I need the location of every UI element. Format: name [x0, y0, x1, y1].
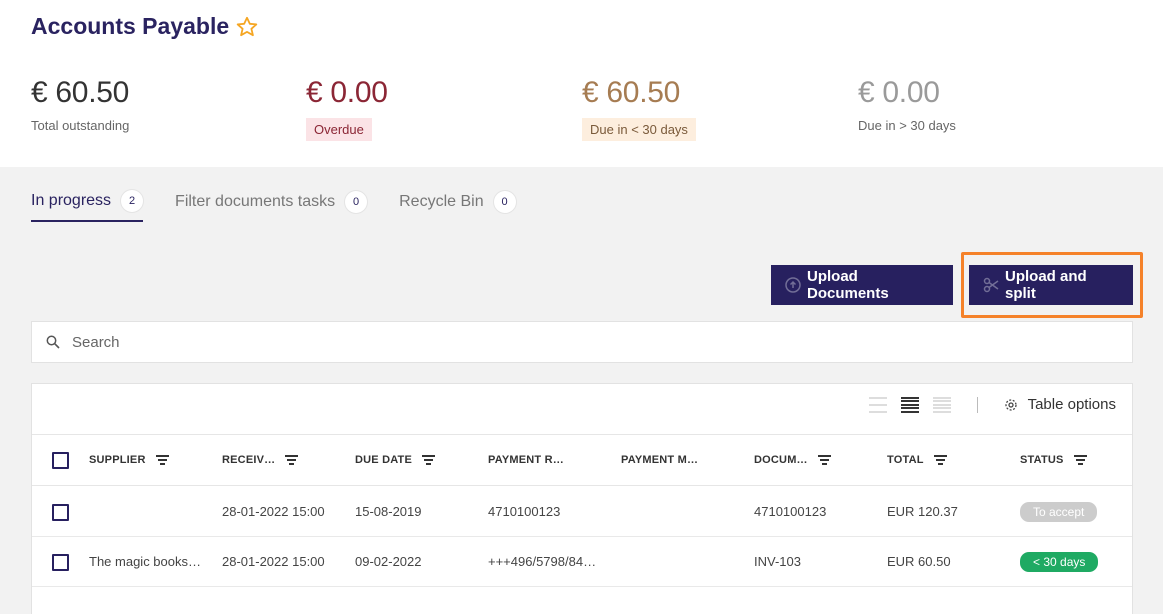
table-row[interactable]: 28-01-2022 15:00 15-08-2019 4710100123 4…	[32, 487, 1132, 537]
cell-document: 4710100123	[754, 504, 827, 519]
stat-label: Total outstanding	[31, 118, 130, 133]
column-header-payment-method[interactable]: PAYMENT M…	[621, 435, 698, 485]
stat-amount: € 60.50	[31, 76, 129, 109]
button-label: Upload and split	[1005, 268, 1087, 302]
table-header: SUPPLIER RECEIV… DUE DATE PAYMENT R… PAY…	[32, 434, 1132, 486]
filter-icon[interactable]	[155, 455, 169, 465]
upload-and-split-button[interactable]: Upload and split	[969, 265, 1133, 305]
tab-label: Filter documents tasks	[175, 193, 336, 210]
search-input[interactable]	[72, 333, 972, 351]
column-header-total[interactable]: TOTAL	[887, 435, 947, 485]
cell-received: 28-01-2022 15:00	[222, 504, 325, 519]
search-icon	[46, 335, 60, 349]
toolbar-divider	[976, 396, 978, 413]
gear-icon	[1004, 398, 1017, 411]
tab-label: In progress	[31, 192, 112, 209]
documents-table: Table options SUPPLIER RECEIV… DUE DATE …	[31, 383, 1133, 614]
stat-due-less-30: € 60.50 Due in < 30 days	[582, 76, 696, 141]
stat-due-more-30: € 0.00 Due in > 30 days	[858, 76, 956, 135]
filter-icon[interactable]	[1073, 455, 1087, 465]
row-checkbox[interactable]	[52, 554, 69, 571]
select-all-checkbox[interactable]	[52, 452, 69, 469]
stat-overdue: € 0.00 Overdue	[306, 76, 388, 141]
cell-status: < 30 days	[1020, 537, 1099, 586]
cell-payment-reference: +++496/5798/84…	[488, 554, 597, 569]
cell-supplier: The magic books…	[89, 554, 201, 569]
stat-total-outstanding: € 60.50 Total outstanding	[31, 76, 129, 135]
page-title: Accounts Payable	[31, 13, 259, 40]
cell-total: EUR 120.37	[887, 504, 958, 519]
row-checkbox[interactable]	[52, 504, 69, 521]
stat-amount: € 0.00	[858, 76, 940, 109]
stat-amount: € 0.00	[306, 76, 388, 109]
filter-icon[interactable]	[817, 455, 831, 465]
filter-icon[interactable]	[285, 455, 299, 465]
scissors-icon	[983, 277, 999, 293]
cell-due-date: 09-02-2022	[355, 554, 422, 569]
search-bar	[31, 321, 1133, 363]
cell-due-date: 15-08-2019	[355, 504, 422, 519]
cell-received: 28-01-2022 15:00	[222, 554, 325, 569]
summary-panel: Accounts Payable € 60.50 Total outstandi…	[0, 0, 1163, 167]
tab-recycle-bin[interactable]: Recycle Bin 0	[399, 190, 516, 222]
tab-bar: In progress 2 Filter documents tasks 0 R…	[31, 190, 516, 222]
table-row[interactable]: The magic books… 28-01-2022 15:00 09-02-…	[32, 537, 1132, 587]
density-dense-icon[interactable]	[932, 396, 951, 413]
cell-status: To accept	[1020, 487, 1098, 536]
stat-amount: € 60.50	[582, 76, 680, 109]
column-header-payment-reference[interactable]: PAYMENT R…	[488, 435, 564, 485]
column-header-received[interactable]: RECEIV…	[222, 435, 299, 485]
tab-filter-documents-tasks[interactable]: Filter documents tasks 0	[175, 190, 368, 222]
stat-badge: Due in < 30 days	[582, 118, 696, 141]
table-toolbar: Table options	[868, 396, 1116, 413]
tab-label: Recycle Bin	[399, 193, 484, 210]
tab-count-badge: 2	[121, 190, 144, 212]
cell-total: EUR 60.50	[887, 554, 951, 569]
cell-payment-reference: 4710100123	[488, 504, 561, 519]
filter-icon[interactable]	[422, 455, 436, 465]
table-options-label: Table options	[1027, 396, 1116, 413]
tab-in-progress[interactable]: In progress 2	[31, 190, 144, 222]
table-options-button[interactable]: Table options	[1004, 396, 1116, 413]
column-header-supplier[interactable]: SUPPLIER	[89, 435, 169, 485]
status-badge: To accept	[1020, 501, 1098, 522]
cell-document: INV-103	[754, 554, 801, 569]
column-header-document[interactable]: DOCUM…	[754, 435, 831, 485]
upload-documents-button[interactable]: Upload Documents	[771, 265, 953, 305]
star-icon[interactable]	[235, 15, 259, 39]
column-header-status[interactable]: STATUS	[1020, 435, 1087, 485]
status-badge: < 30 days	[1020, 551, 1099, 572]
column-header-due-date[interactable]: DUE DATE	[355, 435, 436, 485]
upload-icon	[785, 277, 801, 293]
button-label: Upload Documents	[807, 268, 889, 302]
density-comfortable-icon[interactable]	[868, 396, 887, 413]
tab-count-badge: 0	[493, 191, 516, 213]
stat-label: Due in > 30 days	[858, 118, 956, 133]
filter-icon[interactable]	[933, 455, 947, 465]
stat-badge: Overdue	[306, 118, 372, 141]
density-compact-icon[interactable]	[900, 396, 919, 413]
tab-count-badge: 0	[345, 191, 368, 213]
